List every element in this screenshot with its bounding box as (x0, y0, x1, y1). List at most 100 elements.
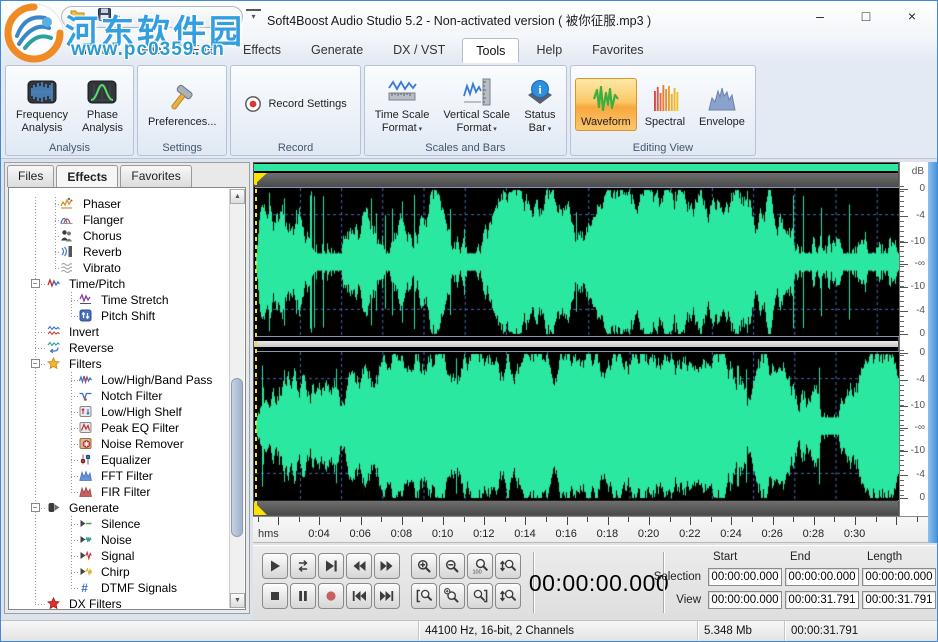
zoom-vertical-out-button[interactable] (495, 583, 521, 609)
tree-item-label[interactable]: Noise Remover (101, 437, 184, 451)
tree-item[interactable]: Equalizer (11, 452, 228, 468)
zoom-out-button[interactable] (439, 553, 465, 579)
tree-item-label[interactable]: Flanger (83, 213, 124, 227)
tree-item-label[interactable]: Phaser (83, 197, 121, 211)
panel-tab-favorites[interactable]: Favorites (120, 165, 191, 187)
tree-item-label[interactable]: Time Stretch (101, 293, 169, 307)
playback-cursor[interactable] (255, 173, 257, 513)
panel-tab-files[interactable]: Files (7, 165, 54, 187)
play-to-end-button[interactable] (318, 553, 344, 579)
maximize-button[interactable]: □ (843, 1, 889, 31)
waveform-channel-left[interactable] (255, 188, 899, 336)
tree-item-label[interactable]: Reverse (69, 341, 114, 355)
tree-item[interactable]: #DTMF Signals (11, 580, 228, 596)
panel-tab-effects[interactable]: Effects (56, 165, 118, 187)
tree-item-label[interactable]: Low/High Shelf (101, 405, 182, 419)
tree-item[interactable]: Time Stretch (11, 292, 228, 308)
tree-item[interactable]: Noise (11, 532, 228, 548)
tree-item[interactable]: Reverse (11, 340, 228, 356)
tree-item-label[interactable]: Pitch Shift (101, 309, 155, 323)
tree-item[interactable]: Flanger (11, 212, 228, 228)
go-to-start-button[interactable] (346, 583, 372, 609)
rewind-button[interactable] (346, 553, 372, 579)
tree-item[interactable]: Chirp (11, 564, 228, 580)
status-bar-button[interactable]: iStatusBar ▾ (518, 71, 562, 138)
collapse-icon[interactable]: − (31, 503, 40, 512)
tree-item-label[interactable]: Vibrato (83, 261, 121, 275)
selection-length-field[interactable]: 00:00:00.000 (862, 568, 936, 586)
zoom-in-button[interactable] (411, 553, 437, 579)
tree-item-label[interactable]: FIR Filter (101, 485, 150, 499)
marker-bar-bottom[interactable] (254, 500, 898, 515)
record-button[interactable] (318, 583, 344, 609)
tab-favorites[interactable]: Favorites (579, 38, 656, 63)
tree-item-label[interactable]: Invert (69, 325, 99, 339)
tree-item[interactable]: Phaser (11, 196, 228, 212)
waveform-channel-right[interactable] (255, 352, 899, 500)
frequency-analysis-button[interactable]: FrequencyAnalysis (10, 71, 74, 137)
tree-item-label[interactable]: Chirp (101, 565, 130, 579)
tree-item[interactable]: Noise Remover (11, 436, 228, 452)
tree-item-label[interactable]: FFT Filter (101, 469, 153, 483)
tab-generate[interactable]: Generate (298, 38, 376, 63)
spectral-view-button[interactable]: Spectral (639, 78, 691, 131)
channel-separator[interactable] (254, 339, 898, 349)
tree-item-label[interactable]: Noise (101, 533, 132, 547)
tree-item[interactable]: Low/High Shelf (11, 404, 228, 420)
zoom-to-view-button[interactable] (467, 583, 493, 609)
marker-bar-top[interactable] (254, 173, 898, 187)
tree-item[interactable]: Signal (11, 548, 228, 564)
tree-item-label[interactable]: Chorus (83, 229, 122, 243)
tree-item-label[interactable]: DTMF Signals (101, 581, 177, 595)
tree-item-label[interactable]: Time/Pitch (69, 277, 125, 291)
pause-button[interactable] (290, 583, 316, 609)
zoom-vertical-in-button[interactable] (495, 553, 521, 579)
zoom-in-small-button[interactable] (439, 583, 465, 609)
waveform-view-button[interactable]: Waveform (575, 78, 637, 131)
preferences-button[interactable]: Preferences... (142, 78, 222, 131)
tab-tools[interactable]: Tools (462, 38, 519, 63)
view-start-field[interactable]: 00:00:00.000 (708, 591, 782, 609)
vertical-scale-format-button[interactable]: Vertical ScaleFormat ▾ (437, 71, 516, 138)
tree-item-label[interactable]: Filters (69, 357, 102, 371)
tree-item[interactable]: − Generate (11, 500, 228, 516)
tree-item[interactable]: Peak EQ Filter (11, 420, 228, 436)
tree-item[interactable]: FFT Filter (11, 468, 228, 484)
selection-start-field[interactable]: 00:00:00.000 (708, 568, 782, 586)
tree-item[interactable]: Chorus (11, 228, 228, 244)
view-end-field[interactable]: 00:00:31.791 (785, 591, 859, 609)
minimize-button[interactable]: – (797, 1, 843, 31)
overview-strip[interactable] (254, 163, 898, 173)
tree-scrollbar[interactable]: ▲ ▼ (229, 189, 244, 608)
go-to-end-button[interactable] (374, 583, 400, 609)
tree-item[interactable]: DX Filters (11, 596, 228, 609)
tree-item[interactable]: − Time/Pitch (11, 276, 228, 292)
tree-item[interactable]: −Filters (11, 356, 228, 372)
waveform-editor[interactable] (253, 162, 899, 516)
close-button[interactable]: × (889, 1, 935, 31)
collapse-icon[interactable]: − (31, 279, 40, 288)
tab-dx-vst[interactable]: DX / VST (380, 38, 458, 63)
tab-help[interactable]: Help (523, 38, 575, 63)
zoom-to-selection-button[interactable] (411, 583, 437, 609)
stop-button[interactable] (262, 583, 288, 609)
zoom-100-button[interactable]: 100 (467, 553, 493, 579)
tree-item-label[interactable]: Signal (101, 549, 134, 563)
record-settings-button[interactable]: Record Settings (235, 82, 355, 126)
tree-item[interactable]: Pitch Shift (11, 308, 228, 324)
tree-item-label[interactable]: DX Filters (69, 597, 122, 609)
scroll-up-button[interactable]: ▲ (230, 189, 245, 204)
selection-end-field[interactable]: 00:00:00.000 (785, 568, 859, 586)
phase-analysis-button[interactable]: PhaseAnalysis (76, 71, 129, 137)
play-button[interactable] (262, 553, 288, 579)
tree-item[interactable]: Notch Filter (11, 388, 228, 404)
tree-item-label[interactable]: Silence (101, 517, 140, 531)
view-length-field[interactable]: 00:00:31.791 (862, 591, 936, 609)
tree-item-label[interactable]: Equalizer (101, 453, 151, 467)
tree-item[interactable]: Reverb (11, 244, 228, 260)
tree-item[interactable]: Vibrato (11, 260, 228, 276)
scroll-down-button[interactable]: ▼ (230, 593, 245, 608)
tree-item-label[interactable]: Low/High/Band Pass (101, 373, 212, 387)
envelope-view-button[interactable]: Envelope (693, 78, 751, 131)
tree-item-label[interactable]: Generate (69, 501, 119, 515)
